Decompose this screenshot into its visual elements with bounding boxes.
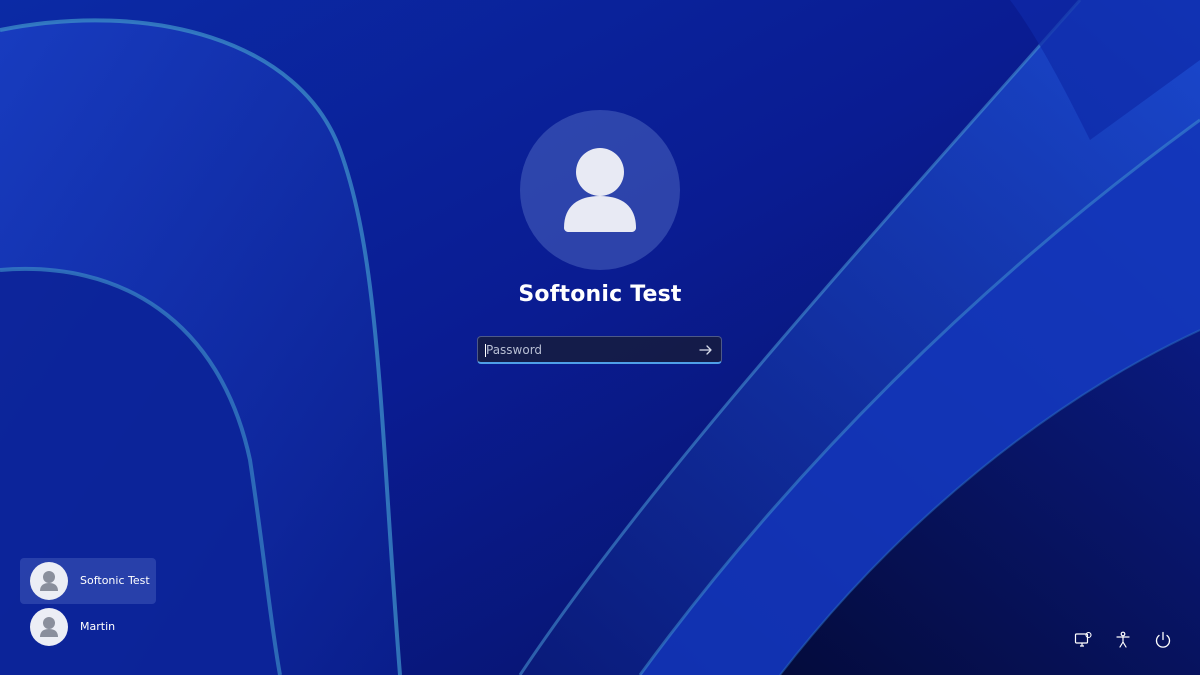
user-item-martin[interactable]: Martin xyxy=(20,604,156,650)
user-item-label: Martin xyxy=(80,620,116,633)
submit-button[interactable] xyxy=(697,341,715,359)
text-caret xyxy=(485,344,486,357)
user-item-softonic-test[interactable]: Softonic Test xyxy=(20,558,156,604)
avatar xyxy=(30,562,68,600)
user-switcher: Softonic Test Martin xyxy=(20,558,156,650)
arrow-right-icon xyxy=(699,345,712,355)
avatar xyxy=(30,608,68,646)
power-icon[interactable] xyxy=(1153,630,1173,650)
network-icon[interactable] xyxy=(1073,630,1093,650)
person-icon xyxy=(40,571,58,591)
accessibility-icon[interactable] xyxy=(1113,630,1133,650)
user-name: Softonic Test xyxy=(518,282,682,307)
user-item-label: Softonic Test xyxy=(80,574,150,587)
person-icon xyxy=(564,148,636,232)
password-input[interactable] xyxy=(484,337,686,363)
user-avatar xyxy=(520,110,680,270)
person-icon xyxy=(40,617,58,637)
password-field[interactable] xyxy=(477,336,722,364)
